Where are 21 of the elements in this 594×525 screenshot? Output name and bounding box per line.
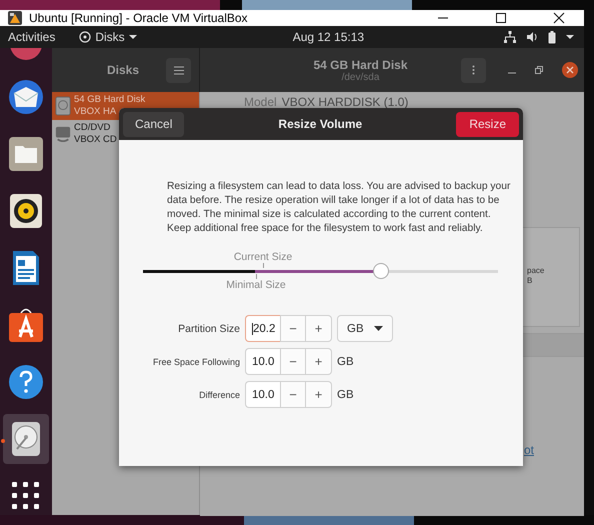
field-label: Difference xyxy=(199,390,241,400)
card-text: B xyxy=(527,276,534,286)
window-title: Ubuntu [Running] - Oracle VM VirtualBox xyxy=(29,11,248,25)
drive-model: VBOX HA xyxy=(74,106,118,118)
drive-path: /dev/sda xyxy=(342,72,380,82)
marker-label: Current Size xyxy=(234,251,292,263)
drive-name: 54 GB Hard Disk xyxy=(74,94,146,106)
unit-label: GB xyxy=(337,356,355,368)
card-text: pace xyxy=(527,266,546,276)
sidebar-title: Disks xyxy=(106,63,140,77)
marker-label: Minimal Size xyxy=(226,279,286,291)
dialog-title: Resize Volume xyxy=(277,117,364,131)
unit-label: GB xyxy=(337,388,355,400)
model-label: Model xyxy=(244,95,277,109)
message-text: Resizing a filesystem can lead to data loss. You are advised to backup your data before. The resize operation will take longer if a lot of data has to be moved. The minimal size is calculated according to the current content. Keep additional free space for the filesystem to work fast and reliably. xyxy=(167,180,512,236)
drive-model: VBOX CD xyxy=(74,134,117,146)
drive-title: 54 GB Hard Disk xyxy=(313,58,408,72)
field-label: Free Space Following xyxy=(152,356,241,366)
model-value: VBOX HARDDISK (1.0) xyxy=(282,95,408,109)
drive-name: CD/DVD xyxy=(74,122,112,134)
field-label: Partition Size xyxy=(178,322,241,334)
